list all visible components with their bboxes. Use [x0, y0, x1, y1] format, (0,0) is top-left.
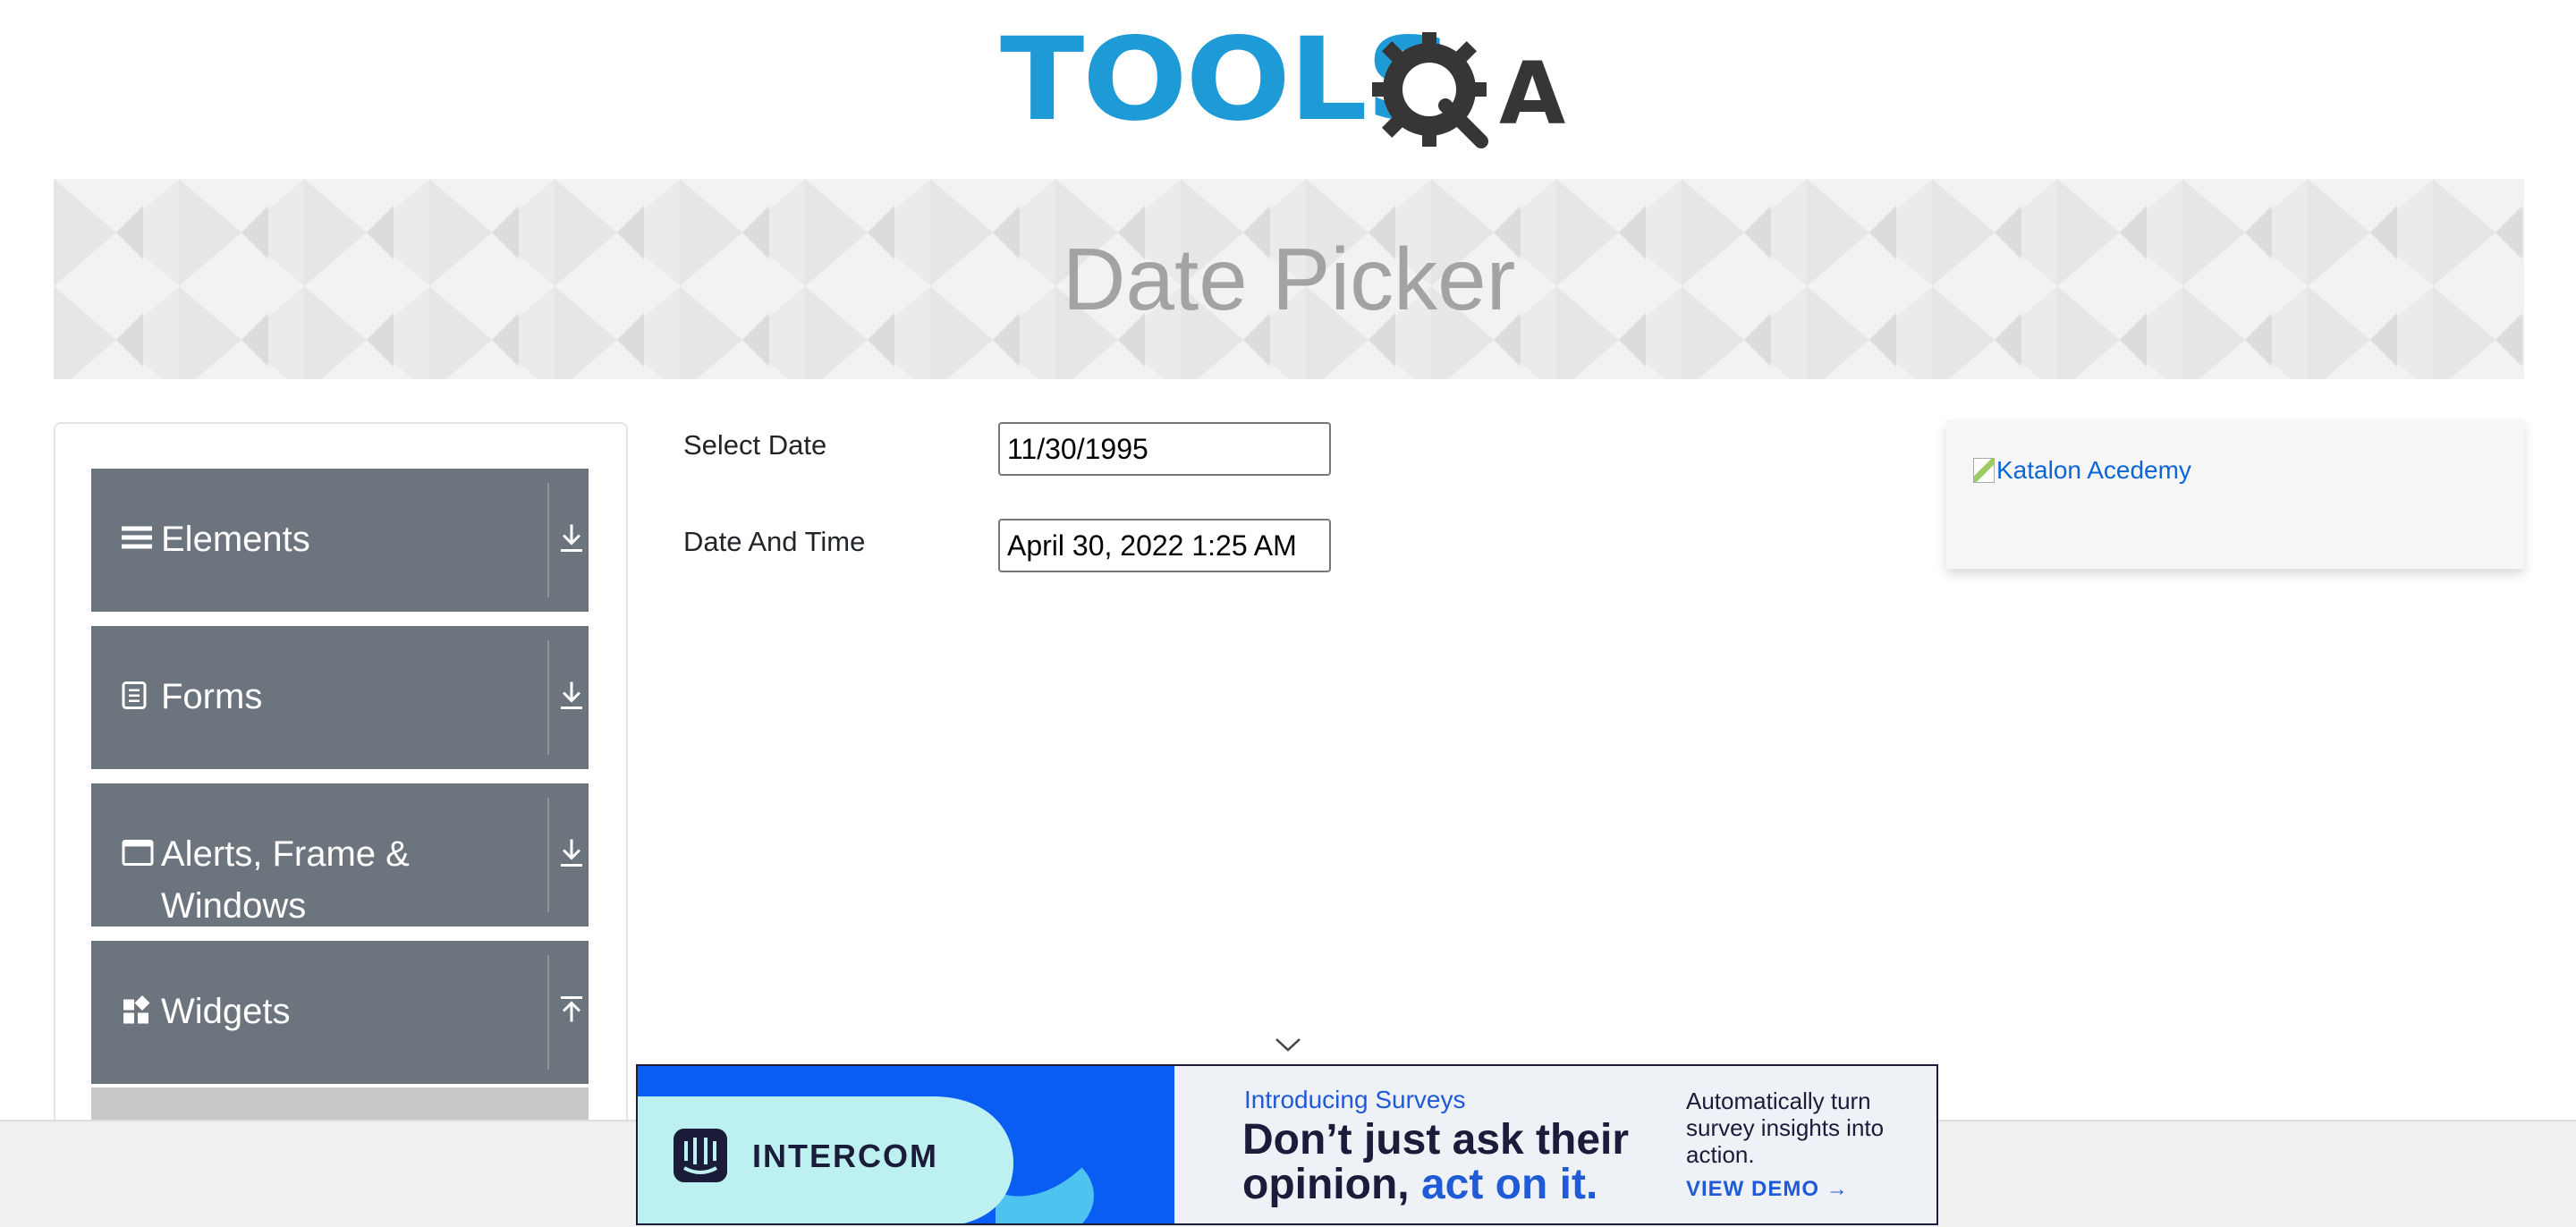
ad-headline-accent: act on it.	[1420, 1161, 1598, 1208]
bottom-ad-banner[interactable]: INTERCOM Introducing Surveys Don’t just …	[636, 1064, 1938, 1225]
ad-subtext: Automatically turn survey insights into …	[1686, 1087, 1885, 1168]
sidebar-group-elements[interactable]: Elements	[91, 469, 589, 612]
date-and-time-input[interactable]	[998, 519, 1331, 572]
ad-brand: INTERCOM	[752, 1138, 938, 1174]
katalon-ad-link[interactable]: Katalon Acedemy	[1973, 456, 2191, 485]
sidebar-group-label: Forms	[161, 677, 263, 716]
sidebar-group-alerts-frame-windows[interactable]: Alerts, Frame & Windows	[91, 783, 589, 927]
sidebar-group-forms[interactable]: Forms	[91, 626, 589, 769]
right-ad-box: Katalon Acedemy	[1946, 420, 2524, 569]
katalon-ad-alt-text: Katalon Acedemy	[1996, 456, 2191, 484]
sidebar: Elements Forms Alerts, Frame & Windows W…	[54, 422, 628, 1227]
view-demo-label: VIEW DEMO	[1686, 1177, 1820, 1201]
download-arrow-icon[interactable]	[558, 523, 585, 558]
arrow-right-icon: →	[1826, 1177, 1849, 1201]
divider	[547, 955, 549, 1070]
ad-intro: Introducing Surveys	[1244, 1086, 1466, 1113]
ad-headline: Don’t just ask their opinion, act on it.	[1242, 1118, 1743, 1207]
sidebar-group-label: Widgets	[161, 992, 291, 1031]
intercom-logo-icon	[672, 1127, 729, 1189]
gear-logo-icon: A	[1372, 32, 1565, 148]
download-arrow-icon[interactable]	[558, 681, 585, 715]
view-demo-link[interactable]: VIEW DEMO →	[1686, 1177, 1849, 1202]
select-date-label: Select Date	[683, 429, 827, 461]
logo-suffix: A	[1499, 44, 1565, 144]
hamburger-icon	[122, 525, 152, 556]
broken-image-icon	[1973, 458, 1995, 483]
window-icon	[122, 840, 154, 871]
divider	[547, 798, 549, 912]
sidebar-submenu-start	[91, 1087, 589, 1123]
page-title: Date Picker	[1062, 230, 1516, 328]
toolsqa-logo[interactable]: TOOLS A	[1000, 23, 1581, 161]
date-and-time-label: Date And Time	[683, 526, 866, 557]
upload-arrow-icon[interactable]	[558, 995, 585, 1030]
sidebar-group-label-line2: Windows	[161, 886, 307, 926]
document-icon	[122, 681, 147, 715]
download-arrow-icon[interactable]	[558, 838, 585, 873]
sidebar-group-label: Elements	[161, 520, 310, 559]
widgets-icon	[122, 995, 150, 1029]
sidebar-group-widgets[interactable]: Widgets	[91, 941, 589, 1084]
select-date-input[interactable]	[998, 422, 1331, 476]
chevron-down-icon[interactable]	[1274, 1036, 1302, 1058]
divider	[547, 640, 549, 755]
divider	[547, 483, 549, 597]
page-banner: Date Picker	[54, 179, 2524, 379]
sidebar-group-label-line1: Alerts, Frame &	[161, 834, 410, 874]
